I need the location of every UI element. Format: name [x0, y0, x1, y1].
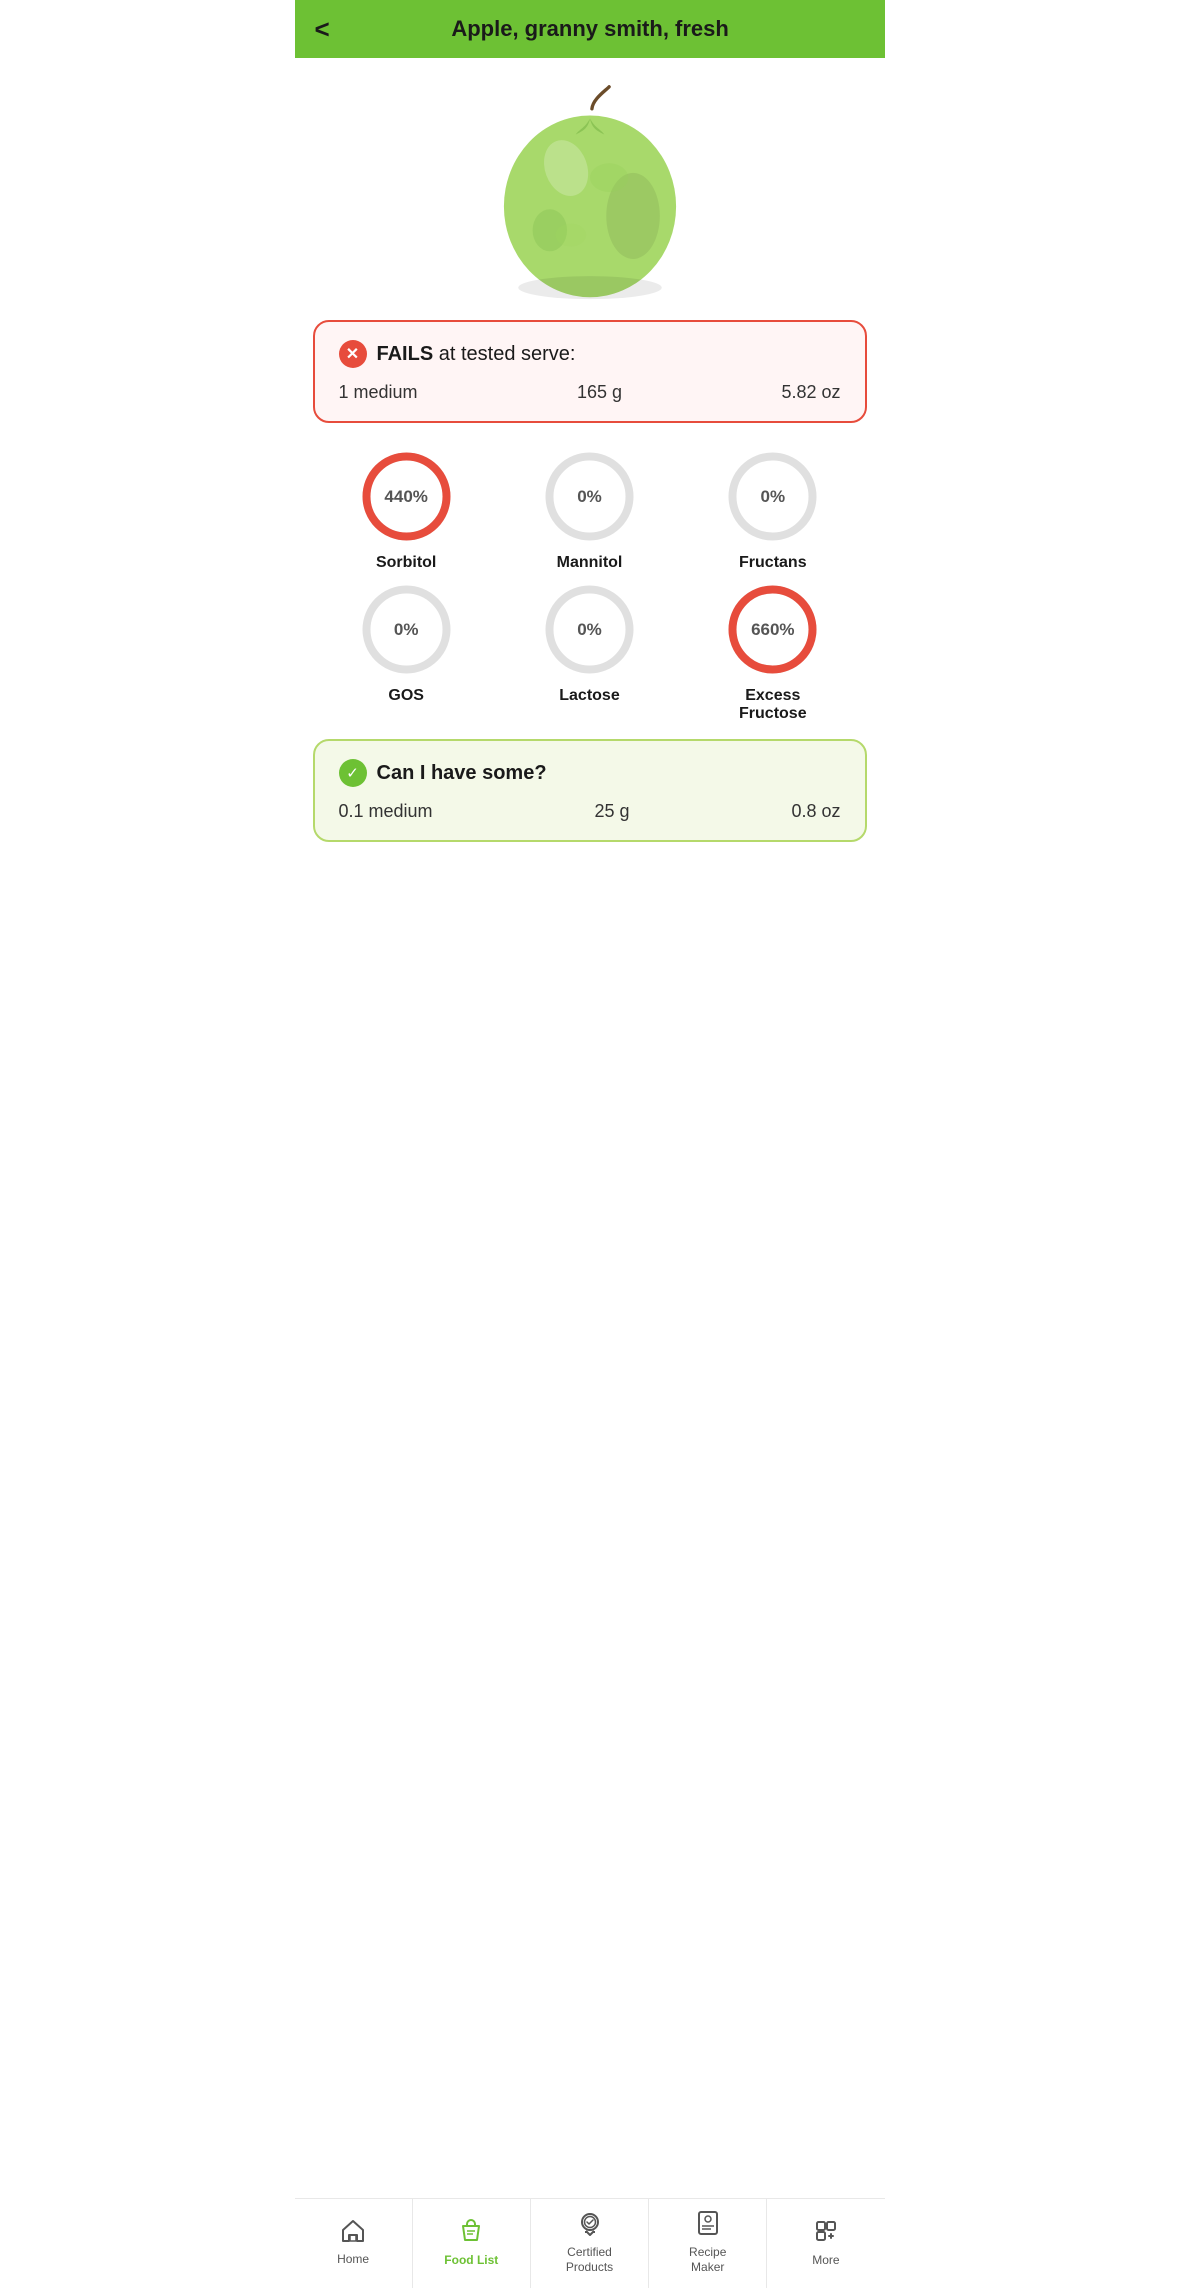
fails-serve-grams: 165 g [577, 382, 622, 403]
lactose-ring: 0% [542, 582, 637, 677]
lactose-value: 0% [577, 620, 602, 640]
fails-header: ✕ FAILS at tested serve: [339, 340, 841, 368]
header: < Apple, granny smith, fresh [295, 0, 885, 58]
can-have-serve-oz: 0.8 oz [791, 801, 840, 822]
fructans-value: 0% [761, 487, 786, 507]
apple-image-area [295, 58, 885, 310]
home-label: Home [337, 2252, 369, 2268]
can-have-serve-amount: 0.1 medium [339, 801, 433, 822]
back-button[interactable]: < [315, 16, 330, 42]
food-list-icon [457, 2217, 485, 2249]
lactose-label: Lactose [559, 687, 619, 705]
can-have-serve-row: 0.1 medium 25 g 0.8 oz [339, 801, 841, 822]
page-title: Apple, granny smith, fresh [346, 16, 835, 42]
circle-fructans: 0% Fructans [681, 449, 864, 572]
gos-label: GOS [388, 687, 424, 705]
excess-fructose-ring: 660% [725, 582, 820, 677]
fails-serve-amount: 1 medium [339, 382, 418, 403]
recipe-maker-label: RecipeMaker [689, 2245, 726, 2276]
excess-fructose-value: 660% [751, 620, 794, 640]
recipe-maker-icon [694, 2209, 722, 2241]
fructans-label: Fructans [739, 554, 807, 572]
nutrient-circles-grid: 440% Sorbitol 0% Mannitol 0% [295, 439, 885, 739]
fails-card: ✕ FAILS at tested serve: 1 medium 165 g … [313, 320, 867, 423]
sorbitol-value: 440% [384, 487, 427, 507]
can-have-serve-grams: 25 g [594, 801, 629, 822]
nav-item-certified-products[interactable]: CertifiedProducts [531, 2199, 649, 2288]
home-icon [340, 2218, 366, 2248]
gos-ring: 0% [359, 582, 454, 677]
nav-item-recipe-maker[interactable]: RecipeMaker [649, 2199, 767, 2288]
fails-bold: FAILS [377, 343, 434, 365]
can-have-heading: Can I have some? [377, 762, 547, 785]
circle-mannitol: 0% Mannitol [498, 449, 681, 572]
circle-excess-fructose: 660% ExcessFructose [681, 582, 864, 723]
mannitol-value: 0% [577, 487, 602, 507]
fails-icon: ✕ [339, 340, 367, 368]
circle-gos: 0% GOS [315, 582, 498, 723]
excess-fructose-label: ExcessFructose [739, 687, 807, 723]
nav-item-home[interactable]: Home [295, 2199, 413, 2288]
fructans-ring: 0% [725, 449, 820, 544]
nav-item-food-list[interactable]: Food List [413, 2199, 531, 2288]
certified-products-label: CertifiedProducts [566, 2245, 613, 2276]
bottom-nav: Home Food List C [295, 2198, 885, 2288]
food-list-label: Food List [444, 2253, 498, 2269]
sorbitol-ring: 440% [359, 449, 454, 544]
sorbitol-label: Sorbitol [376, 554, 436, 572]
circle-lactose: 0% Lactose [498, 582, 681, 723]
apple-image [480, 82, 700, 302]
more-icon [812, 2217, 840, 2249]
certified-products-icon [576, 2209, 604, 2241]
can-have-icon: ✓ [339, 759, 367, 787]
more-label: More [812, 2253, 839, 2269]
circle-sorbitol: 440% Sorbitol [315, 449, 498, 572]
can-have-card: ✓ Can I have some? 0.1 medium 25 g 0.8 o… [313, 739, 867, 842]
gos-value: 0% [394, 620, 419, 640]
fails-serve-row: 1 medium 165 g 5.82 oz [339, 382, 841, 403]
mannitol-ring: 0% [542, 449, 637, 544]
mannitol-label: Mannitol [557, 554, 623, 572]
fails-rest: at tested serve: [433, 343, 575, 365]
fails-serve-oz: 5.82 oz [781, 382, 840, 403]
nav-item-more[interactable]: More [767, 2199, 884, 2288]
can-have-header: ✓ Can I have some? [339, 759, 841, 787]
fails-text: FAILS at tested serve: [377, 343, 576, 366]
